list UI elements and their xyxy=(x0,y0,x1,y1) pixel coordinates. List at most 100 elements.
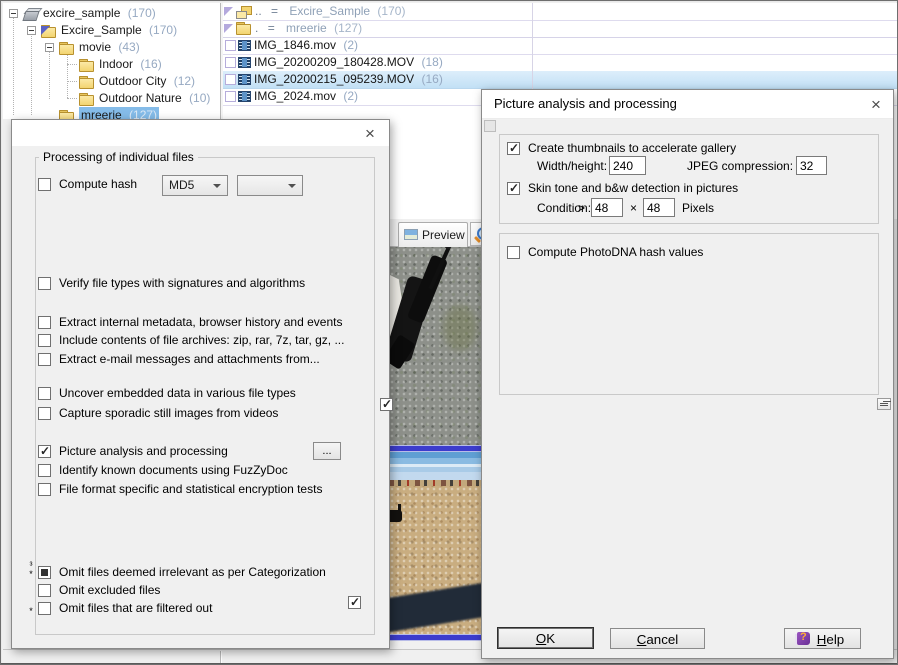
picture-analysis-checkbox[interactable] xyxy=(38,445,51,458)
hash-algorithm-select[interactable]: MD5 xyxy=(162,175,228,196)
ok-button[interactable]: OK xyxy=(497,627,594,649)
tree-item-outdoor-city[interactable]: Outdoor City (12) xyxy=(3,73,195,90)
list-item-name: IMG_2024.mov xyxy=(254,89,336,103)
row-checkbox[interactable] xyxy=(225,91,236,102)
help-button[interactable]: Help xyxy=(784,628,861,649)
row-checkbox[interactable] xyxy=(225,74,236,85)
dialog-title: Picture analysis and processing xyxy=(494,90,677,118)
collapse-expander-icon[interactable] xyxy=(9,9,18,18)
width-height-label: Width/height: xyxy=(537,159,607,174)
tab-preview[interactable]: Preview xyxy=(398,222,468,247)
folder-icon xyxy=(79,59,94,71)
close-icon[interactable]: × xyxy=(359,123,381,145)
list-item-parent-dir[interactable]: .. = Excire_Sample (170) xyxy=(223,3,897,21)
list-item-current-dir[interactable]: . = mreerie (127) xyxy=(223,20,897,38)
include-archives-checkbox[interactable] xyxy=(38,334,51,347)
tree-item-label: movie xyxy=(79,40,111,54)
option-label: Compute PhotoDNA hash values xyxy=(528,245,703,260)
capture-stills-checkbox[interactable] xyxy=(38,407,51,420)
extract-metadata-checkbox[interactable] xyxy=(38,316,51,329)
jpeg-compression-input[interactable] xyxy=(796,156,827,175)
list-item-name: mreerie xyxy=(286,21,327,35)
list-item-count: (2) xyxy=(343,38,358,52)
condition-width-input[interactable] xyxy=(591,198,623,217)
camera-blob xyxy=(389,510,402,522)
verify-file-types-checkbox[interactable] xyxy=(38,277,51,290)
fuzzydoc-checkbox[interactable] xyxy=(38,464,51,477)
list-item-count: (18) xyxy=(421,55,442,69)
folder-icon xyxy=(59,110,74,119)
option-label: Omit files that are filtered out xyxy=(59,601,212,616)
option-label: Picture analysis and processing xyxy=(59,444,228,459)
video-file-icon xyxy=(238,40,251,51)
tree-item-outdoor-nature[interactable]: Outdoor Nature (10) xyxy=(3,90,210,107)
create-thumbnails-checkbox[interactable] xyxy=(507,142,520,155)
compute-hash-checkbox[interactable] xyxy=(38,178,51,191)
omit-filtered-checkbox[interactable] xyxy=(38,602,51,615)
network-folder-icon xyxy=(236,5,252,18)
encryption-tests-checkbox[interactable] xyxy=(38,483,51,496)
tree-item-count: (170) xyxy=(128,6,156,20)
option-label: Verify file types with signatures and al… xyxy=(59,276,305,291)
chevron-down-icon xyxy=(213,184,221,188)
times-sign: × xyxy=(630,201,637,216)
refine-snapshot-dialog: × Processing of individual files Compute… xyxy=(11,119,390,649)
hash-algorithm-2-select[interactable] xyxy=(237,175,303,196)
option-label: Create thumbnails to accelerate gallery xyxy=(528,141,736,156)
tree-item-indoor[interactable]: Indoor (16) xyxy=(3,56,162,73)
option-marker: * xyxy=(26,607,36,615)
compute-hash-label: Compute hash xyxy=(59,177,137,192)
list-item-name: IMG_20200209_180428.MOV xyxy=(254,55,414,69)
mini-toggle-button[interactable] xyxy=(877,398,891,410)
tree-item-excire-sample[interactable]: excire_sample (170) xyxy=(3,5,156,22)
option-label: File format specific and statistical enc… xyxy=(59,482,322,497)
list-item-count: (16) xyxy=(421,72,442,86)
tree-item-count: (127) xyxy=(129,108,157,119)
tree-item-count: (170) xyxy=(149,23,177,37)
condition-height-input[interactable] xyxy=(643,198,675,217)
option-label: Uncover embedded data in various file ty… xyxy=(59,386,296,401)
equals-sign: = xyxy=(271,4,278,18)
uncover-embedded-checkbox[interactable] xyxy=(38,387,51,400)
video-file-icon xyxy=(238,91,251,102)
frame-separator xyxy=(389,445,481,452)
list-item-name: IMG_20200215_095239.MOV xyxy=(254,72,414,86)
list-item-name: IMG_1846.mov xyxy=(254,38,336,52)
skin-tone-checkbox[interactable] xyxy=(507,182,520,195)
corner-grip xyxy=(484,120,496,132)
row-checkbox[interactable] xyxy=(225,57,236,68)
omit-filtered-extra-checkbox[interactable] xyxy=(348,596,361,609)
tree-item-mreerie[interactable]: mreerie (127) xyxy=(3,107,159,119)
picture-analysis-more-button[interactable]: ... xyxy=(313,442,341,460)
photodna-checkbox[interactable] xyxy=(507,246,520,259)
evidence-object-icon xyxy=(23,7,39,20)
width-height-input[interactable] xyxy=(609,156,646,175)
tree-item-label: Excire_Sample xyxy=(61,23,142,37)
tree-item-movie[interactable]: movie (43) xyxy=(3,39,140,56)
option-label: Identify known documents using FuzZyDoc xyxy=(59,463,288,478)
video-still-frame-2[interactable] xyxy=(389,452,481,634)
cancel-button[interactable]: Cancel xyxy=(610,628,705,649)
list-item-file[interactable]: IMG_1846.mov (2) xyxy=(223,37,897,55)
tree-item-label: Indoor xyxy=(99,57,133,71)
omit-excluded-checkbox[interactable] xyxy=(38,584,51,597)
video-still-frame-1[interactable] xyxy=(389,247,481,445)
tree-item-excire-sample-folder[interactable]: Excire_Sample (170) xyxy=(3,22,177,39)
collapse-expander-icon[interactable] xyxy=(45,43,54,52)
row-checkbox[interactable] xyxy=(225,40,236,51)
omit-irrelevant-checkbox[interactable] xyxy=(38,566,51,579)
pixels-label: Pixels xyxy=(682,201,714,216)
close-icon[interactable]: × xyxy=(865,94,887,116)
tree-item-count: (12) xyxy=(174,74,195,88)
option-label: Skin tone and b&w detection in pictures xyxy=(528,181,738,196)
extract-email-checkbox[interactable] xyxy=(38,353,51,366)
collapse-expander-icon[interactable] xyxy=(27,26,36,35)
video-file-icon xyxy=(238,74,251,85)
chevron-down-icon xyxy=(288,184,296,188)
list-item-count: (127) xyxy=(334,21,362,35)
edge-option-checkbox[interactable] xyxy=(380,398,393,411)
tree-item-label: Outdoor City xyxy=(99,74,166,88)
mode-tab-bar: Preview xyxy=(390,219,481,247)
list-item-file-selected[interactable]: IMG_20200215_095239.MOV (16) xyxy=(223,71,897,89)
list-item-file[interactable]: IMG_20200209_180428.MOV (18) xyxy=(223,54,897,72)
